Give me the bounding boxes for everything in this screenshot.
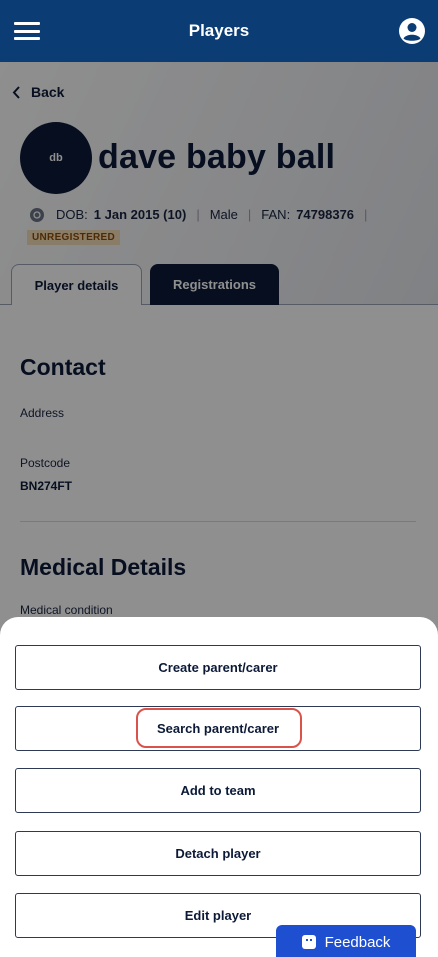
- highlight-outline: [136, 708, 302, 748]
- feedback-icon: [301, 935, 316, 949]
- detach-player-button[interactable]: Detach player: [15, 831, 421, 876]
- feedback-button[interactable]: Feedback: [276, 925, 416, 957]
- app-header: Players: [0, 0, 438, 62]
- create-parent-carer-button[interactable]: Create parent/carer: [15, 645, 421, 690]
- account-icon[interactable]: [398, 17, 426, 45]
- hamburger-menu-icon[interactable]: [14, 22, 40, 40]
- actions-sheet: Create parent/carer Search parent/carer …: [0, 617, 438, 957]
- page-title: Players: [188, 21, 250, 40]
- feedback-label: Feedback: [324, 933, 391, 951]
- add-to-team-button[interactable]: Add to team: [15, 768, 421, 813]
